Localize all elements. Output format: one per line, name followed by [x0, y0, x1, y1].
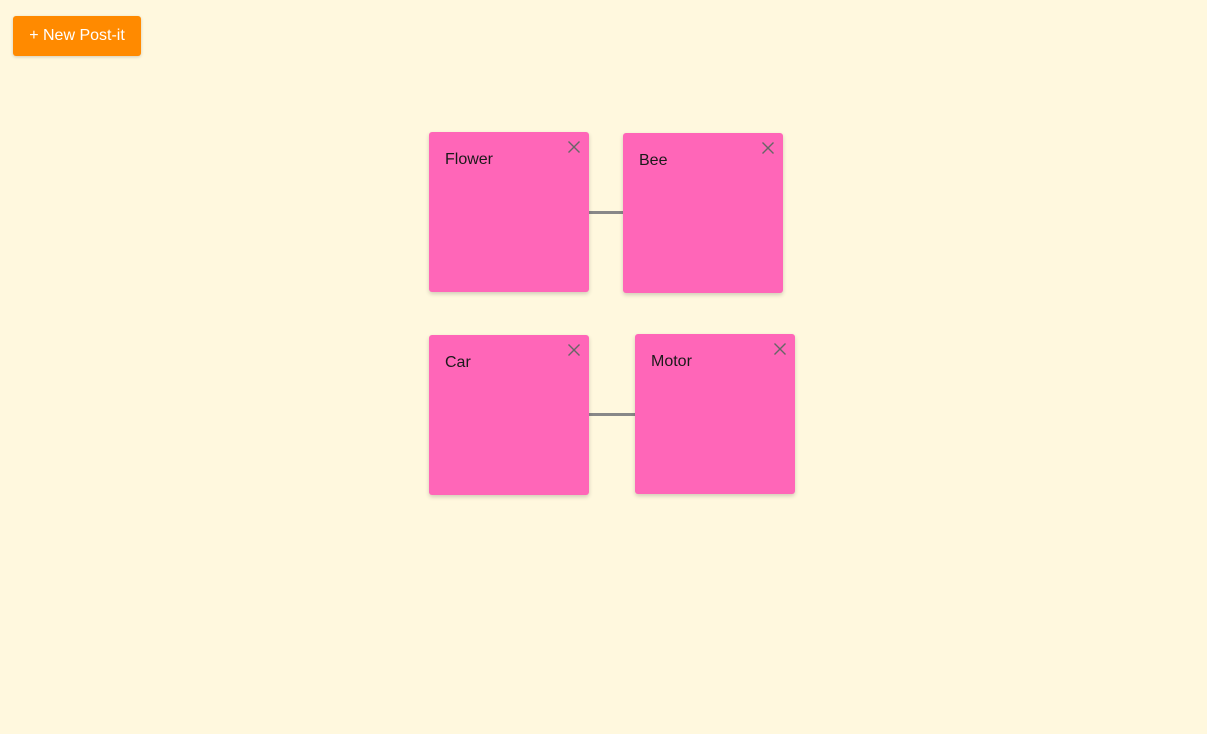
connector-car-motor	[589, 413, 635, 416]
postit-text[interactable]: Motor	[651, 352, 692, 371]
postit-note[interactable]: Motor	[635, 334, 795, 494]
postit-text[interactable]: Car	[445, 353, 471, 372]
close-icon[interactable]	[567, 140, 581, 154]
close-icon[interactable]	[567, 343, 581, 357]
postit-text[interactable]: Flower	[445, 150, 493, 169]
postit-note[interactable]: Car	[429, 335, 589, 495]
connector-flower-bee	[589, 211, 623, 214]
postit-note[interactable]: Flower	[429, 132, 589, 292]
postit-text[interactable]: Bee	[639, 151, 667, 170]
new-postit-button[interactable]: + New Post-it	[13, 16, 141, 56]
postit-board[interactable]: + New Post-it Flower Bee Car Motor	[0, 0, 1207, 734]
close-icon[interactable]	[761, 141, 775, 155]
postit-note[interactable]: Bee	[623, 133, 783, 293]
close-icon[interactable]	[773, 342, 787, 356]
